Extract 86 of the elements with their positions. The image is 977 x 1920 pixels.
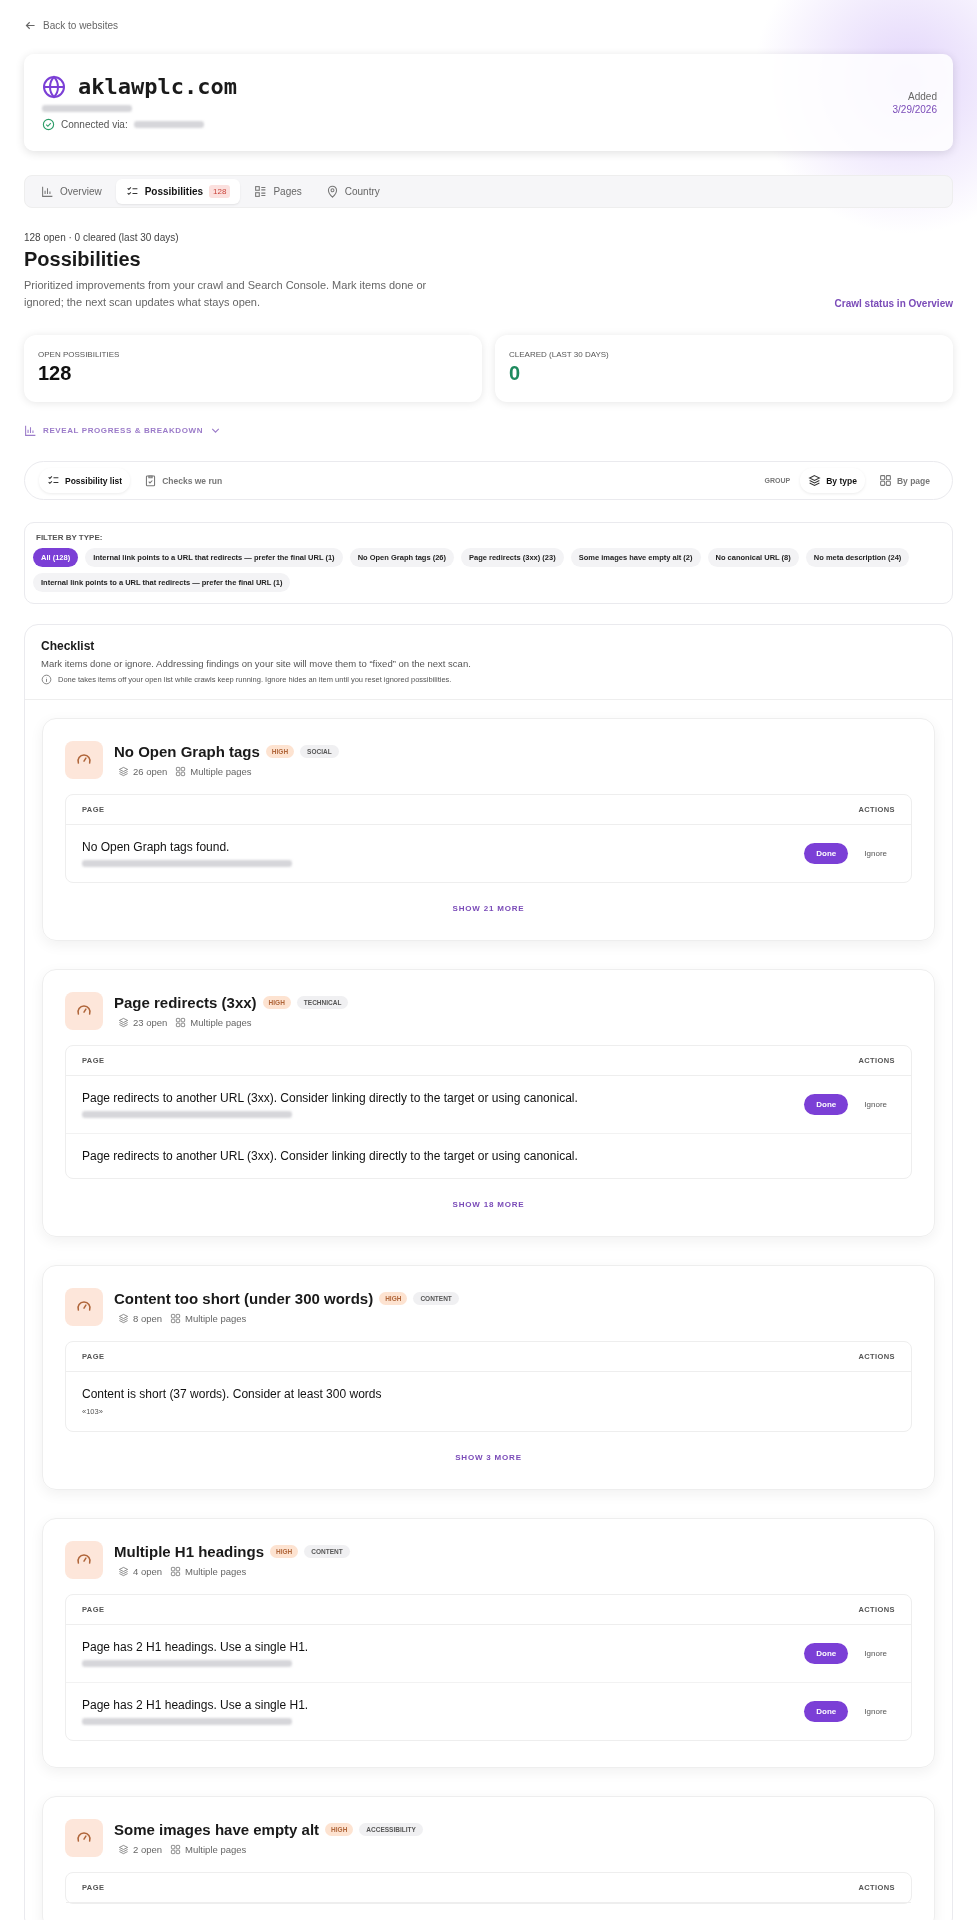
- open-count: 2 open: [133, 1844, 163, 1856]
- list-icon: [254, 185, 268, 198]
- done-button[interactable]: Done: [804, 1643, 849, 1665]
- view-toggle[interactable]: Possibility list: [39, 468, 131, 494]
- view-toggle[interactable]: Checks we run: [136, 468, 231, 494]
- open-count: 4 open: [133, 1566, 163, 1578]
- stat-label: OPEN POSSIBILITIES: [38, 350, 120, 360]
- tab[interactable]: Overview: [31, 179, 112, 204]
- stat-value: 0: [509, 362, 521, 386]
- clipboard-icon: [144, 474, 158, 488]
- ignore-button[interactable]: Ignore: [856, 1701, 895, 1723]
- back-link[interactable]: Back to websites: [24, 19, 119, 32]
- reveal-breakdown-toggle[interactable]: REVEAL PROGRESS & BREAKDOWN: [24, 424, 223, 438]
- checklist-title: Checklist: [41, 639, 96, 654]
- grid-icon: [175, 1017, 187, 1029]
- finding-message: Content is short (37 words). Consider at least 300 words: [82, 1387, 382, 1402]
- ignore-button[interactable]: Ignore: [856, 1094, 895, 1116]
- possibility-title: Content too short (under 300 words): [114, 1290, 374, 1308]
- group-option[interactable]: By page: [870, 468, 938, 494]
- arrow-left-icon: [24, 19, 37, 32]
- tab[interactable]: Possibilities 128: [115, 179, 241, 204]
- open-count: 8 open: [133, 1313, 163, 1325]
- tab[interactable]: Country: [315, 179, 390, 204]
- possibility-title: Multiple H1 headings: [114, 1543, 264, 1561]
- stat-label: CLEARED (LAST 30 DAYS): [509, 350, 609, 360]
- redacted-text: [133, 121, 204, 128]
- scope-text: Multiple pages: [190, 1017, 252, 1029]
- finding-message: Page redirects to another URL (3xx). Consider linking directly to the target or using canonical.: [82, 1149, 578, 1164]
- layers-icon: [118, 1566, 129, 1578]
- globe-icon: [42, 74, 66, 99]
- gauge-icon: [65, 741, 103, 780]
- possibility-title: Page redirects (3xx): [114, 994, 257, 1012]
- summary-text: 128 open · 0 cleared (last 30 days): [24, 232, 180, 243]
- scope-text: Multiple pages: [185, 1313, 247, 1325]
- possibility-title: Some images have empty alt: [114, 1821, 320, 1839]
- finding-message: Page redirects to another URL (3xx). Consider linking directly to the target or using canonical.: [82, 1091, 578, 1106]
- finding-message: Page has 2 H1 headings. Use a single H1.: [82, 1698, 309, 1713]
- grid-icon: [175, 766, 187, 778]
- count-badge: 128: [209, 185, 231, 198]
- finding-message: No Open Graph tags found.: [82, 840, 230, 855]
- show-more-button[interactable]: SHOW 3 MORE: [449, 1452, 528, 1464]
- ignore-button[interactable]: Ignore: [856, 1643, 895, 1665]
- connected-label: Connected via:: [61, 119, 128, 130]
- bar-chart-icon: [24, 424, 37, 438]
- ignore-button[interactable]: Ignore: [856, 843, 895, 865]
- scope-text: Multiple pages: [190, 766, 252, 778]
- group-option[interactable]: By type: [800, 468, 865, 494]
- done-button[interactable]: Done: [804, 1701, 849, 1723]
- gauge-icon: [65, 992, 103, 1031]
- stat-value: 128: [38, 362, 72, 386]
- site-name: aklawplc.com: [78, 74, 237, 99]
- checklist-icon: [125, 185, 139, 198]
- added-date: 3/29/2026: [892, 103, 937, 115]
- layers-icon: [118, 1313, 129, 1325]
- added-label: Added: [908, 90, 937, 102]
- show-more-button[interactable]: SHOW 21 MORE: [446, 903, 531, 915]
- gauge-icon: [65, 1541, 103, 1580]
- open-count: 23 open: [133, 1017, 168, 1029]
- gauge-icon: [65, 1819, 103, 1858]
- open-count: 26 open: [133, 766, 168, 778]
- layers-icon: [118, 1017, 129, 1029]
- possibility-title: No Open Graph tags: [114, 743, 260, 761]
- layers-icon: [118, 766, 129, 778]
- grid-icon: [170, 1566, 182, 1578]
- page-title: Possibilities: [24, 248, 142, 271]
- show-more-button[interactable]: SHOW 18 MORE: [446, 1199, 531, 1211]
- gauge-icon: [65, 1288, 103, 1327]
- tab[interactable]: Pages: [244, 179, 312, 204]
- grid-icon: [170, 1313, 182, 1325]
- checklist-description: Mark items done or ignore. Addressing findings on your site will move them to “fixed” on the next scan.: [41, 658, 472, 670]
- layers-icon: [118, 1844, 129, 1856]
- scope-text: Multiple pages: [185, 1844, 247, 1856]
- info-icon: [41, 674, 52, 686]
- crawl-status-link[interactable]: Crawl status in Overview: [834, 298, 953, 310]
- grid-icon: [170, 1844, 182, 1856]
- done-button[interactable]: Done: [804, 843, 849, 865]
- layers-icon: [808, 474, 822, 488]
- bar-chart-icon: [41, 185, 54, 198]
- finding-message: Page has 2 H1 headings. Use a single H1.: [82, 1640, 309, 1655]
- map-pin-icon: [325, 185, 339, 198]
- grid-icon: [878, 474, 892, 488]
- done-button[interactable]: Done: [804, 1094, 849, 1116]
- page-description: Prioritized improvements from your crawl and Search Console. Mark items done or ignored; the next scan updates what stays open.: [24, 278, 428, 311]
- filter-label: FILTER BY TYPE:: [36, 533, 104, 543]
- scope-text: Multiple pages: [185, 1566, 247, 1578]
- check-circle-icon: [42, 118, 55, 131]
